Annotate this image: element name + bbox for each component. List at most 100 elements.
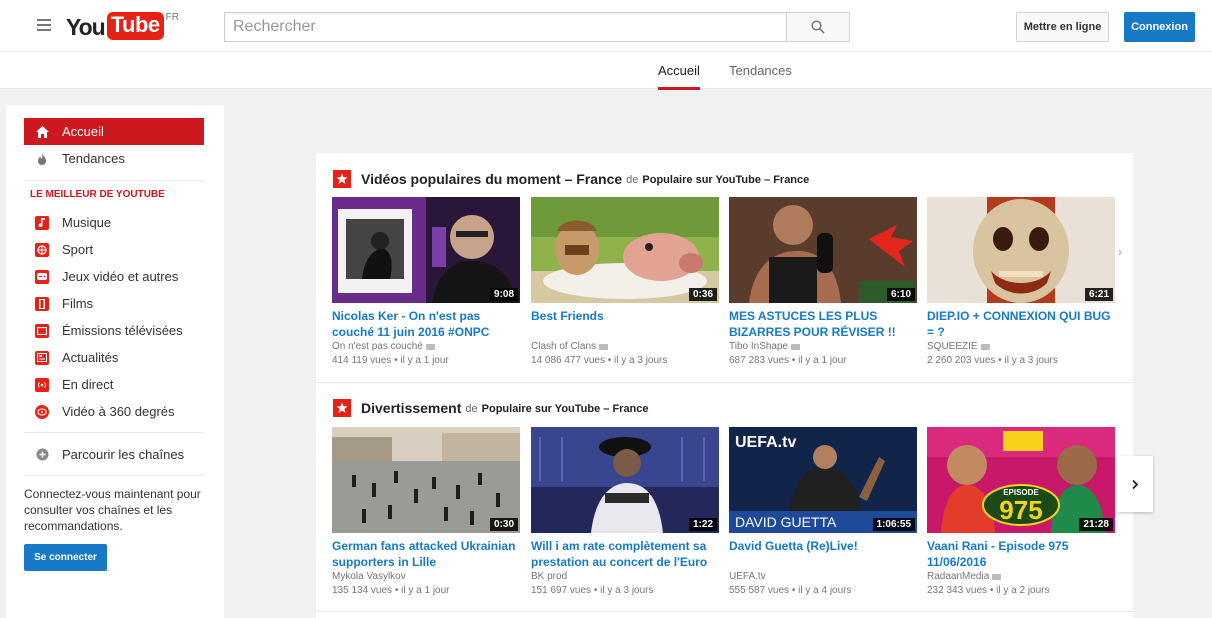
video-card[interactable]: 6:21 DIEP.IO + CONNEXION QUI BUG = ? SQU… bbox=[927, 197, 1115, 368]
video-title[interactable]: David Guetta (Re)Live! bbox=[729, 538, 917, 570]
sidebar-item-label: Jeux vidéo et autres bbox=[62, 269, 179, 284]
shelf-title-text[interactable]: Divertissement bbox=[361, 400, 461, 416]
sidebar-section-title: LE MEILLEUR DE YOUTUBE bbox=[30, 189, 165, 200]
uefa-tv-logo: UEFA.tv bbox=[735, 434, 796, 451]
sidebar-item-label: Tendances bbox=[62, 151, 125, 166]
video-card[interactable]: 0:30 German fans attacked Ukrainian supp… bbox=[332, 427, 520, 598]
film-icon bbox=[34, 296, 50, 312]
video-channel: Clash of Clans bbox=[531, 340, 719, 354]
video-thumbnail[interactable]: 0:36 bbox=[531, 197, 719, 303]
browse-channels-icon bbox=[34, 447, 50, 463]
sidebar-item-en-direct[interactable]: En direct bbox=[24, 371, 204, 398]
shelf-next-button[interactable] bbox=[1117, 456, 1153, 512]
signin-button[interactable]: Se connecter bbox=[24, 544, 107, 571]
star-icon bbox=[333, 399, 351, 417]
shelf-title-text[interactable]: Vidéos populaires du moment – France bbox=[361, 171, 622, 187]
video-stats: 2 260 203 vues • il y a 3 jours bbox=[927, 355, 1058, 366]
live-icon bbox=[34, 377, 50, 393]
shelf-next-arrow-icon[interactable]: › bbox=[1118, 244, 1132, 259]
shelf-source[interactable]: Populaire sur YouTube – France bbox=[642, 174, 809, 186]
sidebar-item-label: Émissions télévisées bbox=[62, 323, 183, 338]
thumb-caption: DAVID GUETTA bbox=[735, 514, 837, 530]
sidebar-item-sport[interactable]: Sport bbox=[24, 236, 204, 263]
video-duration: 9:08 bbox=[489, 288, 518, 301]
guide-menu-icon[interactable] bbox=[37, 19, 51, 31]
video-thumbnail[interactable]: 1:22 bbox=[531, 427, 719, 533]
search-button[interactable] bbox=[786, 12, 850, 42]
shelf-title-de: de bbox=[465, 403, 478, 415]
search-input[interactable] bbox=[224, 12, 786, 42]
video-thumbnail[interactable]: EPISODE 975 21:28 bbox=[927, 427, 1115, 533]
search-icon bbox=[811, 20, 825, 34]
guide-sidebar: Accueil Tendances LE MEILLEUR DE YOUTUBE… bbox=[6, 105, 224, 618]
logo-tube: Tube bbox=[106, 12, 164, 40]
feed-container: Vidéos populaires du moment – France de … bbox=[316, 153, 1133, 618]
video-stats: 135 134 vues • il y a 1 jour bbox=[332, 585, 450, 596]
sidebar-item-emissions[interactable]: Émissions télévisées bbox=[24, 317, 204, 344]
news-icon bbox=[34, 350, 50, 366]
verified-badge-icon bbox=[599, 344, 609, 350]
sidebar-item-musique[interactable]: Musique bbox=[24, 209, 204, 236]
tab-tendances[interactable]: Tendances bbox=[729, 52, 792, 89]
video-title[interactable]: DIEP.IO + CONNEXION QUI BUG = ? bbox=[927, 308, 1115, 340]
video-channel: SQUEEZIE bbox=[927, 340, 1115, 354]
video-title[interactable]: Nicolas Ker - On n'est pas couché 11 jui… bbox=[332, 308, 520, 340]
sidebar-item-tendances[interactable]: Tendances bbox=[24, 145, 204, 172]
feed-tabs: Accueil Tendances bbox=[0, 52, 1212, 90]
login-button[interactable]: Connexion bbox=[1124, 12, 1195, 42]
video-card[interactable]: UEFA.tv DAVID GUETTA 1:06:55 David Guett… bbox=[729, 427, 917, 598]
video-title[interactable]: Will i am rate complètement sa prestatio… bbox=[531, 538, 719, 570]
video-channel: RadaanMedia bbox=[927, 570, 1115, 584]
video-thumbnail[interactable]: UEFA.tv DAVID GUETTA 1:06:55 bbox=[729, 427, 917, 533]
video-thumbnail[interactable]: 9:08 bbox=[332, 197, 520, 303]
video-thumbnail[interactable]: 0:30 bbox=[332, 427, 520, 533]
tv-icon bbox=[34, 323, 50, 339]
video-card[interactable]: 0:36 Best Friends Clash of Clans 14 086 … bbox=[531, 197, 719, 368]
verified-badge-icon bbox=[992, 574, 1002, 580]
video-duration: 0:36 bbox=[688, 288, 717, 301]
youtube-logo[interactable]: You Tube FR bbox=[66, 12, 179, 42]
shelf-title: Divertissement de Populaire sur YouTube … bbox=[333, 399, 649, 417]
home-icon bbox=[34, 124, 50, 140]
sidebar-divider bbox=[24, 475, 204, 476]
video-thumbnail[interactable]: 6:10 bbox=[729, 197, 917, 303]
video-channel: UEFA.tv bbox=[729, 571, 766, 582]
video-title[interactable]: MES ASTUCES LES PLUS BIZARRES POUR RÉVIS… bbox=[729, 308, 917, 340]
video-card[interactable]: 1:22 Will i am rate complètement sa pres… bbox=[531, 427, 719, 598]
sidebar-item-label: En direct bbox=[62, 377, 114, 392]
video-card[interactable]: 9:08 Nicolas Ker - On n'est pas couché 1… bbox=[332, 197, 520, 368]
video-duration: 0:30 bbox=[489, 518, 518, 531]
upload-button[interactable]: Mettre en ligne bbox=[1016, 12, 1109, 42]
video-duration: 1:22 bbox=[688, 518, 717, 531]
video-thumbnail[interactable]: 6:21 bbox=[927, 197, 1115, 303]
sidebar-item-360[interactable]: Vidéo à 360 degrés bbox=[24, 398, 204, 425]
video-card[interactable]: EPISODE 975 21:28 Vaani Rani - Episode 9… bbox=[927, 427, 1115, 598]
sidebar-item-label: Parcourir les chaînes bbox=[62, 447, 185, 462]
video-card[interactable]: 6:10 MES ASTUCES LES PLUS BIZARRES POUR … bbox=[729, 197, 917, 368]
sidebar-item-jeux[interactable]: Jeux vidéo et autres bbox=[24, 263, 204, 290]
video-stats: 14 086 477 vues • il y a 3 jours bbox=[531, 355, 668, 366]
shelf-title-de: de bbox=[626, 174, 639, 186]
video-title[interactable]: Best Friends bbox=[531, 308, 719, 340]
video-title[interactable]: German fans attacked Ukrainian supporter… bbox=[332, 538, 520, 570]
shelf-source[interactable]: Populaire sur YouTube – France bbox=[482, 403, 649, 415]
shelf-divider bbox=[316, 611, 1133, 612]
video-stats: 151 697 vues • il y a 3 jours bbox=[531, 585, 654, 596]
video-channel: Tibo InShape bbox=[729, 340, 917, 354]
sidebar-item-accueil[interactable]: Accueil bbox=[24, 118, 204, 145]
shelf-divider bbox=[316, 382, 1133, 383]
signin-promo-text: Connectez-vous maintenant pour consulter… bbox=[24, 487, 201, 533]
music-icon bbox=[34, 215, 50, 231]
logo-you: You bbox=[66, 14, 106, 40]
video-duration: 6:10 bbox=[886, 288, 915, 301]
thumb-caption: 975 bbox=[999, 495, 1042, 525]
sidebar-item-films[interactable]: Films bbox=[24, 290, 204, 317]
tab-accueil[interactable]: Accueil bbox=[658, 52, 700, 90]
video-stats: 232 343 vues • il y a 2 jours bbox=[927, 585, 1050, 596]
sidebar-item-parcourir[interactable]: Parcourir les chaînes bbox=[24, 441, 204, 468]
video-title[interactable]: Vaani Rani - Episode 975 11/06/2016 bbox=[927, 538, 1115, 570]
video-duration: 21:28 bbox=[1079, 518, 1113, 531]
sidebar-item-actualites[interactable]: Actualités bbox=[24, 344, 204, 371]
search-bar bbox=[224, 12, 850, 42]
video-stats: 687 283 vues • il y a 1 jour bbox=[729, 355, 847, 366]
